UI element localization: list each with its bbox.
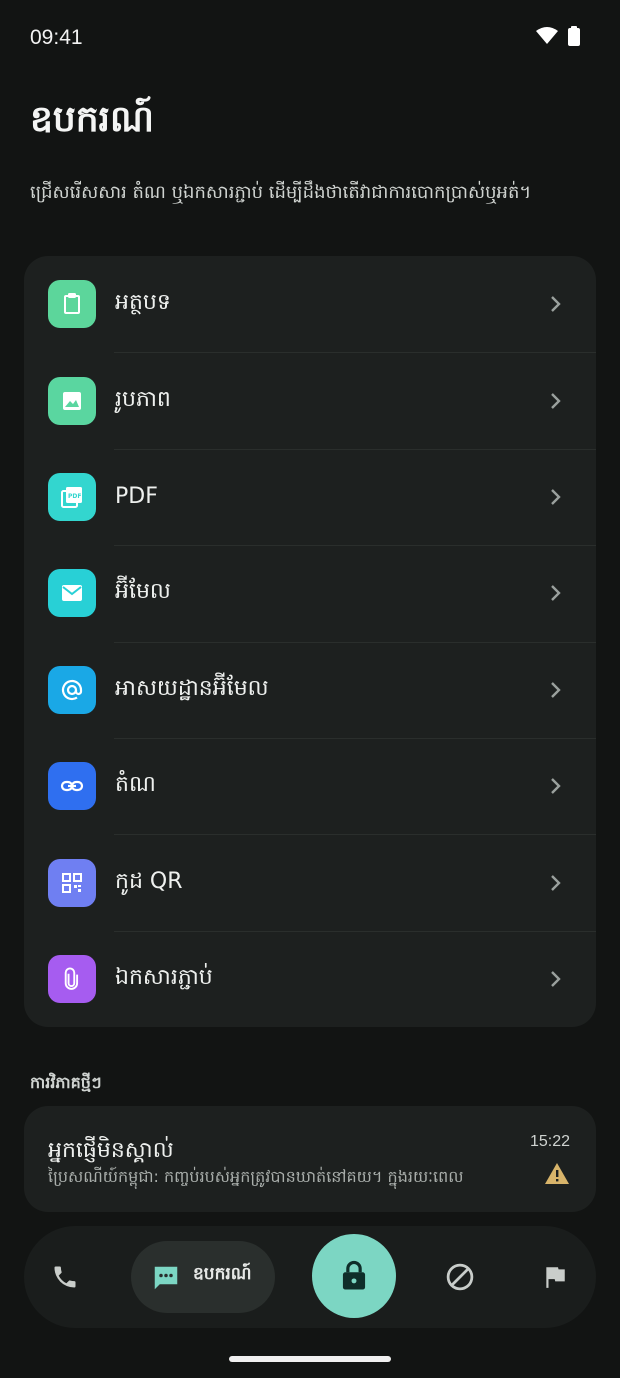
chevron-right-icon xyxy=(551,874,561,891)
status-time: 09:41 xyxy=(30,26,83,49)
qr-code-icon xyxy=(48,858,96,907)
bottom-nav: ឧបករណ៍ xyxy=(24,1226,596,1328)
tools-card: អត្ថបទ រូបភាព PDF PDF អ៊ីមែល អាសយដ្ឋានអ៊… xyxy=(24,256,596,1027)
tool-label: តំណ xyxy=(115,772,156,798)
chevron-right-icon xyxy=(551,392,561,409)
mail-icon xyxy=(48,569,96,618)
tool-item-qr-code[interactable]: កូដ QR xyxy=(24,834,596,930)
lock-icon xyxy=(342,1260,366,1290)
tool-item-text[interactable]: អត្ថបទ xyxy=(24,256,596,352)
tool-item-image[interactable]: រូបភាព xyxy=(24,352,596,448)
pdf-icon: PDF xyxy=(48,472,96,521)
chevron-right-icon xyxy=(551,971,561,987)
status-bar: 09:41 xyxy=(0,0,620,76)
home-indicator[interactable] xyxy=(229,1356,391,1362)
nav-tools-label: ឧបករណ៍ xyxy=(193,1264,252,1284)
nav-flag-button[interactable] xyxy=(535,1257,575,1297)
flag-icon xyxy=(546,1267,565,1288)
tool-label: ឯកសារភ្ជាប់ xyxy=(115,964,213,990)
chevron-right-icon xyxy=(551,489,561,505)
tool-label: PDF xyxy=(115,484,158,510)
paperclip-icon xyxy=(48,954,96,1003)
phone-icon xyxy=(54,1266,76,1288)
recent-item[interactable]: អ្នកផ្ញើមិនស្គាល់ 15:22 ប្រៃសណីយ៍កម្ពុជា… xyxy=(24,1106,596,1212)
status-icons xyxy=(536,26,580,50)
chevron-right-icon xyxy=(551,681,561,698)
nav-tools-tab[interactable]: ឧបករណ៍ xyxy=(131,1241,275,1313)
at-sign-icon xyxy=(48,665,96,714)
chevron-right-icon xyxy=(551,778,561,794)
nav-phone-button[interactable] xyxy=(45,1257,85,1297)
block-icon xyxy=(446,1263,474,1291)
clipboard-icon xyxy=(48,280,96,329)
image-icon xyxy=(48,376,96,425)
recent-preview: ប្រៃសណីយ៍កម្ពុជា: កញ្ចប់របស់អ្នកត្រូវបាន… xyxy=(48,1167,464,1186)
recent-time: 15:22 xyxy=(529,1133,570,1150)
tool-item-attachment[interactable]: ឯកសារភ្ជាប់ xyxy=(24,930,596,1027)
wifi-icon xyxy=(536,27,558,49)
tool-label: អ៊ីមែល xyxy=(115,579,171,605)
page-title: ឧបករណ៍ xyxy=(30,99,154,140)
recent-sender: អ្នកផ្ញើមិនស្គាល់ xyxy=(48,1138,174,1163)
tool-item-link[interactable]: តំណ xyxy=(24,737,596,834)
recent-section-title: ការវិភាគថ្មីៗ xyxy=(30,1073,102,1092)
tool-label: អាសយដ្ឋានអ៊ីមែល xyxy=(115,675,269,701)
chevron-right-icon xyxy=(551,585,561,602)
lock-button[interactable] xyxy=(312,1234,396,1318)
link-icon xyxy=(48,762,96,811)
nav-block-button[interactable] xyxy=(440,1257,480,1297)
tool-label: រូបភាព xyxy=(115,386,171,412)
chevron-right-icon xyxy=(551,296,561,313)
message-icon xyxy=(154,1266,178,1290)
tool-item-email[interactable]: អ៊ីមែល xyxy=(24,545,596,641)
tool-label: អត្ថបទ xyxy=(115,290,171,316)
tool-item-email-address[interactable]: អាសយដ្ឋានអ៊ីមែល xyxy=(24,641,596,738)
warning-icon xyxy=(545,1163,569,1184)
tool-label: កូដ QR xyxy=(115,868,183,894)
tool-item-pdf[interactable]: PDF PDF xyxy=(24,448,596,545)
svg-text:PDF: PDF xyxy=(68,493,81,500)
page-subtitle: ជ្រើសរើសសារ តំណ ឬឯកសារភ្ជាប់ ដើម្បីដឹងថា… xyxy=(30,182,532,203)
battery-icon xyxy=(568,26,580,50)
